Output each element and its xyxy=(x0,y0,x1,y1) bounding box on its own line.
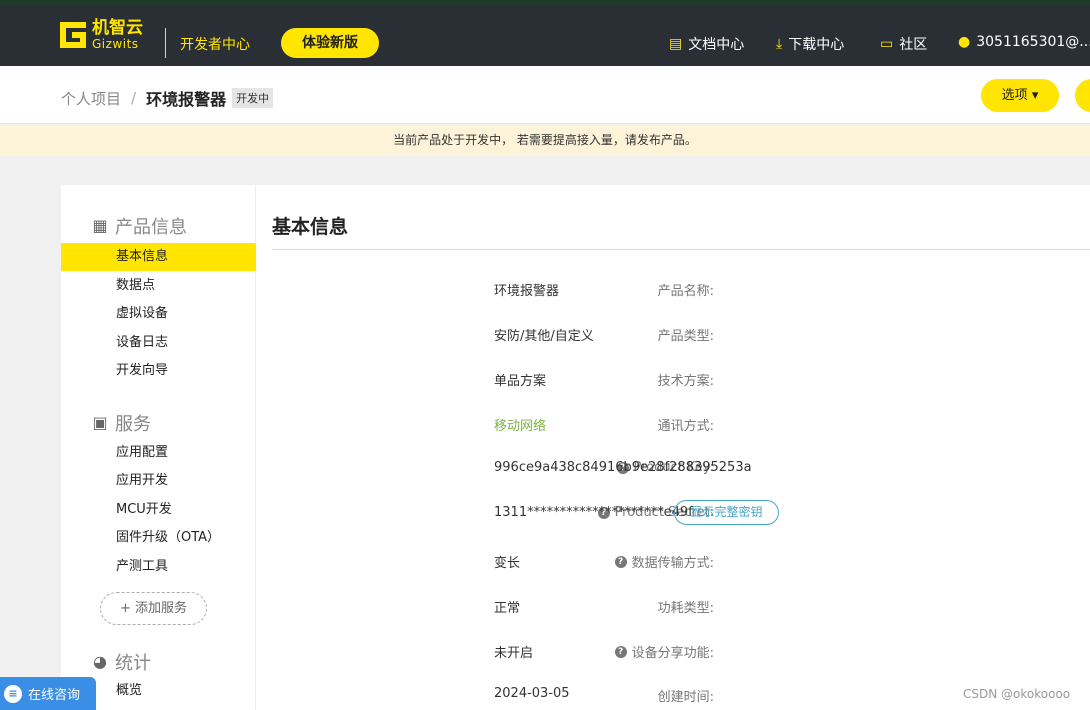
sidebar-item-mcu-dev[interactable]: MCU开发 xyxy=(61,496,256,524)
breadcrumb-bar: 个人项目 / 环境报警器 开发中 选项 ▾ xyxy=(0,66,1090,124)
sidebar-item-app-dev[interactable]: 应用开发 xyxy=(61,467,256,495)
field-label: 创建时间: xyxy=(657,690,714,705)
breadcrumb-parent[interactable]: 个人项目 xyxy=(61,88,121,109)
breadcrumb-separator: / xyxy=(131,89,137,107)
document-icon: ▤ xyxy=(669,36,683,52)
field-row-tech-solution: 技术方案: 单品方案 xyxy=(256,370,1090,390)
field-label: 产品名称: xyxy=(657,284,714,299)
breadcrumb-current: 环境报警器 xyxy=(146,90,227,109)
field-row-product-name: 产品名称: 环境报警器 xyxy=(256,280,1090,300)
service-icon: ▣ xyxy=(92,413,108,432)
sidebar-item-ota[interactable]: 固件升级（OTA） xyxy=(61,524,256,552)
help-icon[interactable]: ? xyxy=(614,645,627,658)
field-value: 变长 xyxy=(494,556,521,571)
top-navbar: 机智云 Gizwits 开发者中心 体验新版 ▤ 文档中心 ⤓ 下载中心 ▭ 社… xyxy=(0,0,1090,66)
field-row-power-type: 功耗类型: 正常 xyxy=(256,597,1090,617)
field-value: 单品方案 xyxy=(494,374,547,389)
status-badge: 开发中 xyxy=(232,88,274,108)
field-row-device-share: ? 设备分享功能: 未开启 xyxy=(256,642,1090,662)
logo-en-text: Gizwits xyxy=(92,37,139,51)
sidebar-section-services: ▣ 服务 xyxy=(91,410,151,436)
options-label: 选项 xyxy=(1001,88,1028,103)
nav-download-link[interactable]: ⤓ 下载中心 xyxy=(776,34,844,54)
chat-bubble-icon: ≡ xyxy=(4,684,22,703)
comment-icon: ▭ xyxy=(880,36,894,52)
logo-cn-text: 机智云 xyxy=(92,18,143,38)
title-divider xyxy=(272,249,1090,250)
field-row-product-secret: ? Product Secret: 1311******************… xyxy=(256,500,1090,525)
field-label: ? 数据传输方式: xyxy=(614,552,714,571)
grid-icon: ▦ xyxy=(92,216,108,235)
try-new-version-button[interactable]: 体验新版 xyxy=(281,28,379,58)
field-row-comm-method: 通讯方式: 移动网络 xyxy=(256,415,1090,435)
sidebar-section-stats: ◕ 统计 xyxy=(91,649,151,675)
field-label-text: 设备分享功能: xyxy=(631,646,714,661)
field-row-product-key: ? Product Key: 996ce9a438c84916b9e28f288… xyxy=(256,460,1090,480)
show-secret-button[interactable]: 显示完整密钥 xyxy=(674,500,779,525)
nav-docs-link[interactable]: ▤ 文档中心 xyxy=(669,34,744,54)
sidebar-item-app-config[interactable]: 应用配置 xyxy=(61,439,256,467)
dev-center-link[interactable]: 开发者中心 xyxy=(180,34,250,54)
sidebar-item-production-test[interactable]: 产测工具 xyxy=(61,553,256,581)
field-value[interactable]: 移动网络 xyxy=(494,415,546,434)
field-value: 1311*********************e49f xyxy=(494,505,693,520)
add-service-button[interactable]: + 添加服务 xyxy=(100,592,207,625)
user-icon: ● xyxy=(958,34,971,50)
online-consult-button[interactable]: ≡ 在线咨询 xyxy=(0,677,96,710)
nav-download-label: 下载中心 xyxy=(788,37,845,53)
caret-down-icon: ▾ xyxy=(1031,88,1039,103)
page-title: 基本信息 xyxy=(272,216,349,238)
sidebar-item-basic-info[interactable]: 基本信息 xyxy=(61,243,256,271)
gizwits-logo-icon xyxy=(60,20,88,50)
breadcrumb: 个人项目 / 环境报警器 开发中 xyxy=(61,86,274,110)
dev-notice-banner: 当前产品处于开发中， 若需要提高接入量，请发布产品。 xyxy=(0,125,1090,156)
sidebar-section-label: 服务 xyxy=(115,414,151,435)
field-label: 通讯方式: xyxy=(657,419,714,434)
field-value: 正常 xyxy=(494,601,521,616)
nav-community-link[interactable]: ▭ 社区 xyxy=(880,34,927,54)
field-value: 未开启 xyxy=(494,646,534,661)
field-label: 技术方案: xyxy=(657,374,714,389)
main-content: 基本信息 产品名称: 环境报警器 产品类型: 安防/其他/自定义 技术方案: 单… xyxy=(256,185,1090,710)
field-value: 安防/其他/自定义 xyxy=(494,329,594,344)
download-icon: ⤓ xyxy=(776,36,783,52)
field-label-text: 数据传输方式: xyxy=(631,556,714,571)
field-value: 996ce9a438c84916b9e28f288395253a xyxy=(494,460,752,475)
field-value: 2024-03-05 xyxy=(494,686,570,701)
sidebar-item-device-log[interactable]: 设备日志 xyxy=(61,329,256,357)
sidebar-section-product: ▦ 产品信息 xyxy=(91,213,187,239)
field-value: 环境报警器 xyxy=(494,284,560,299)
sidebar-item-dev-guide[interactable]: 开发向导 xyxy=(61,357,256,385)
nav-user-menu[interactable]: ● 3051165301@... xyxy=(958,34,1090,50)
field-label: ? 设备分享功能: xyxy=(614,642,714,661)
field-row-product-type: 产品类型: 安防/其他/自定义 xyxy=(256,325,1090,345)
options-button[interactable]: 选项 ▾ xyxy=(981,79,1059,112)
field-row-data-transfer: ? 数据传输方式: 变长 xyxy=(256,552,1090,572)
online-consult-label: 在线咨询 xyxy=(28,688,81,703)
watermark: CSDN @okokoooo xyxy=(963,687,1071,701)
nav-community-label: 社区 xyxy=(899,37,928,53)
nav-divider xyxy=(165,28,166,58)
field-label: 产品类型: xyxy=(657,329,714,344)
field-label: 功耗类型: xyxy=(657,601,714,616)
secondary-action-button[interactable] xyxy=(1075,79,1090,112)
help-icon[interactable]: ? xyxy=(614,555,627,568)
sidebar-section-label: 统计 xyxy=(115,653,151,674)
sidebar: ▦ 产品信息 基本信息 数据点 虚拟设备 设备日志 开发向导 ▣ 服务 应用配置… xyxy=(61,185,256,710)
nav-user-label: 3051165301@... xyxy=(976,34,1090,50)
sidebar-section-label: 产品信息 xyxy=(115,217,187,238)
sidebar-item-datapoints[interactable]: 数据点 xyxy=(61,272,256,300)
gizwits-logo[interactable]: 机智云 Gizwits xyxy=(60,20,143,50)
pie-chart-icon: ◕ xyxy=(93,652,107,671)
sidebar-item-virtual-device[interactable]: 虚拟设备 xyxy=(61,300,256,328)
nav-docs-label: 文档中心 xyxy=(688,37,745,53)
